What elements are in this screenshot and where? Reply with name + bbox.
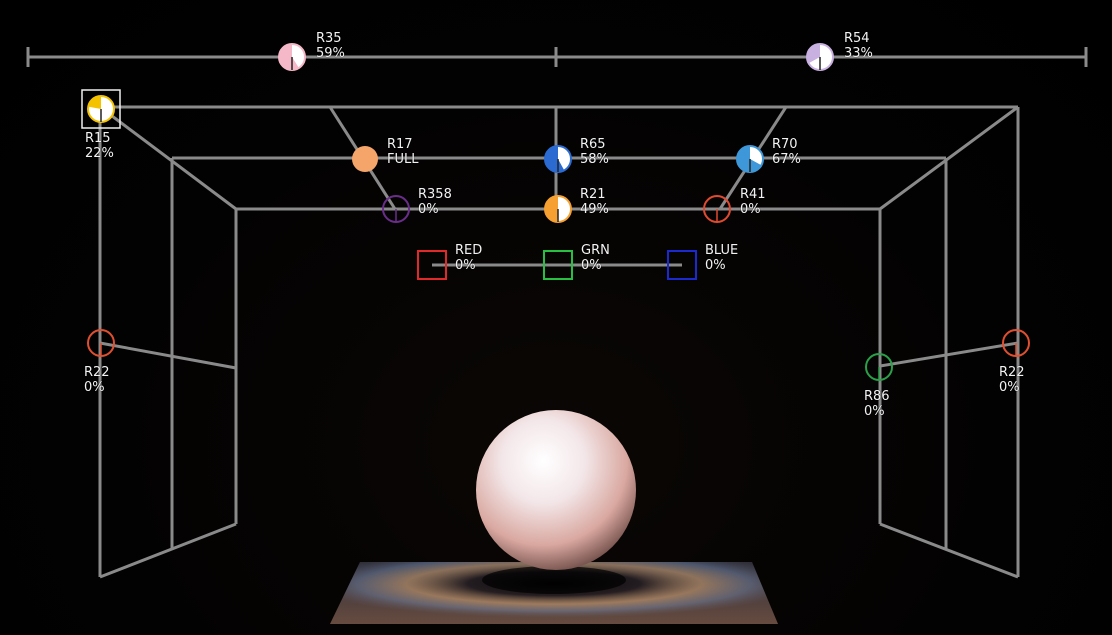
light-r15-corner[interactable] (87, 95, 115, 123)
light-label-r86: R86 0% (864, 389, 890, 419)
preview-sphere (476, 410, 636, 570)
light-label-r35-top-left: R35 59% (316, 31, 345, 61)
light-r35-top-left[interactable] (278, 43, 306, 71)
lighting-stage: R35 59% R54 33% R15 22% R17 FULL R65 58% R70 67% R35… (0, 0, 1112, 635)
light-label-r22-left: R22 0% (84, 365, 110, 395)
light-name: R41 (740, 187, 766, 202)
light-level: 0% (740, 202, 761, 217)
light-level: 0% (455, 258, 476, 273)
light-label-r41: R41 0% (740, 187, 766, 217)
light-name: R22 (999, 365, 1025, 380)
light-name: R86 (864, 389, 890, 404)
light-level: 33% (844, 46, 873, 61)
light-level: 0% (581, 258, 602, 273)
light-level: FULL (387, 152, 419, 167)
light-label-r15-corner: R15 22% (85, 131, 114, 161)
gel-full-icon (352, 146, 378, 172)
light-level: 49% (580, 202, 609, 217)
light-r54-top-right[interactable] (806, 43, 834, 71)
light-name: RED (455, 243, 483, 258)
light-r21[interactable] (544, 195, 572, 223)
light-label-r22-right: R22 0% (999, 365, 1025, 395)
light-level: 0% (84, 380, 105, 395)
light-name: R17 (387, 137, 413, 152)
light-r65[interactable] (544, 145, 572, 173)
light-level: 22% (85, 146, 114, 161)
light-level: 59% (316, 46, 345, 61)
light-label-r21: R21 49% (580, 187, 609, 217)
light-name: R65 (580, 137, 606, 152)
light-name: R35 (316, 31, 342, 46)
light-name: R21 (580, 187, 606, 202)
floor-plate (330, 562, 778, 624)
light-level: 0% (705, 258, 726, 273)
light-label-r17: R17 FULL (387, 137, 418, 167)
light-level: 0% (864, 404, 885, 419)
light-level: 58% (580, 152, 609, 167)
light-name: R70 (772, 137, 798, 152)
light-label-r65: R65 58% (580, 137, 609, 167)
light-name: R358 (418, 187, 452, 202)
light-label-red: RED 0% (455, 243, 482, 273)
light-label-grn: GRN 0% (581, 243, 610, 273)
light-label-r54-top-right: R54 33% (844, 31, 873, 61)
lighting-rig (26, 43, 1088, 624)
light-name: R15 (85, 131, 111, 146)
light-r17[interactable] (352, 146, 378, 172)
light-label-r358: R358 0% (418, 187, 452, 217)
gel-level-wedge (544, 196, 558, 222)
light-name: GRN (581, 243, 610, 258)
light-name: R22 (84, 365, 110, 380)
light-level: 0% (999, 380, 1020, 395)
light-level: 0% (418, 202, 439, 217)
light-name: BLUE (705, 243, 739, 258)
light-label-r70: R70 67% (772, 137, 801, 167)
light-label-blue: BLUE 0% (705, 243, 738, 273)
light-name: R54 (844, 31, 870, 46)
light-r22-right[interactable] (1002, 329, 1030, 357)
light-level: 67% (772, 152, 801, 167)
light-r70[interactable] (736, 145, 764, 173)
